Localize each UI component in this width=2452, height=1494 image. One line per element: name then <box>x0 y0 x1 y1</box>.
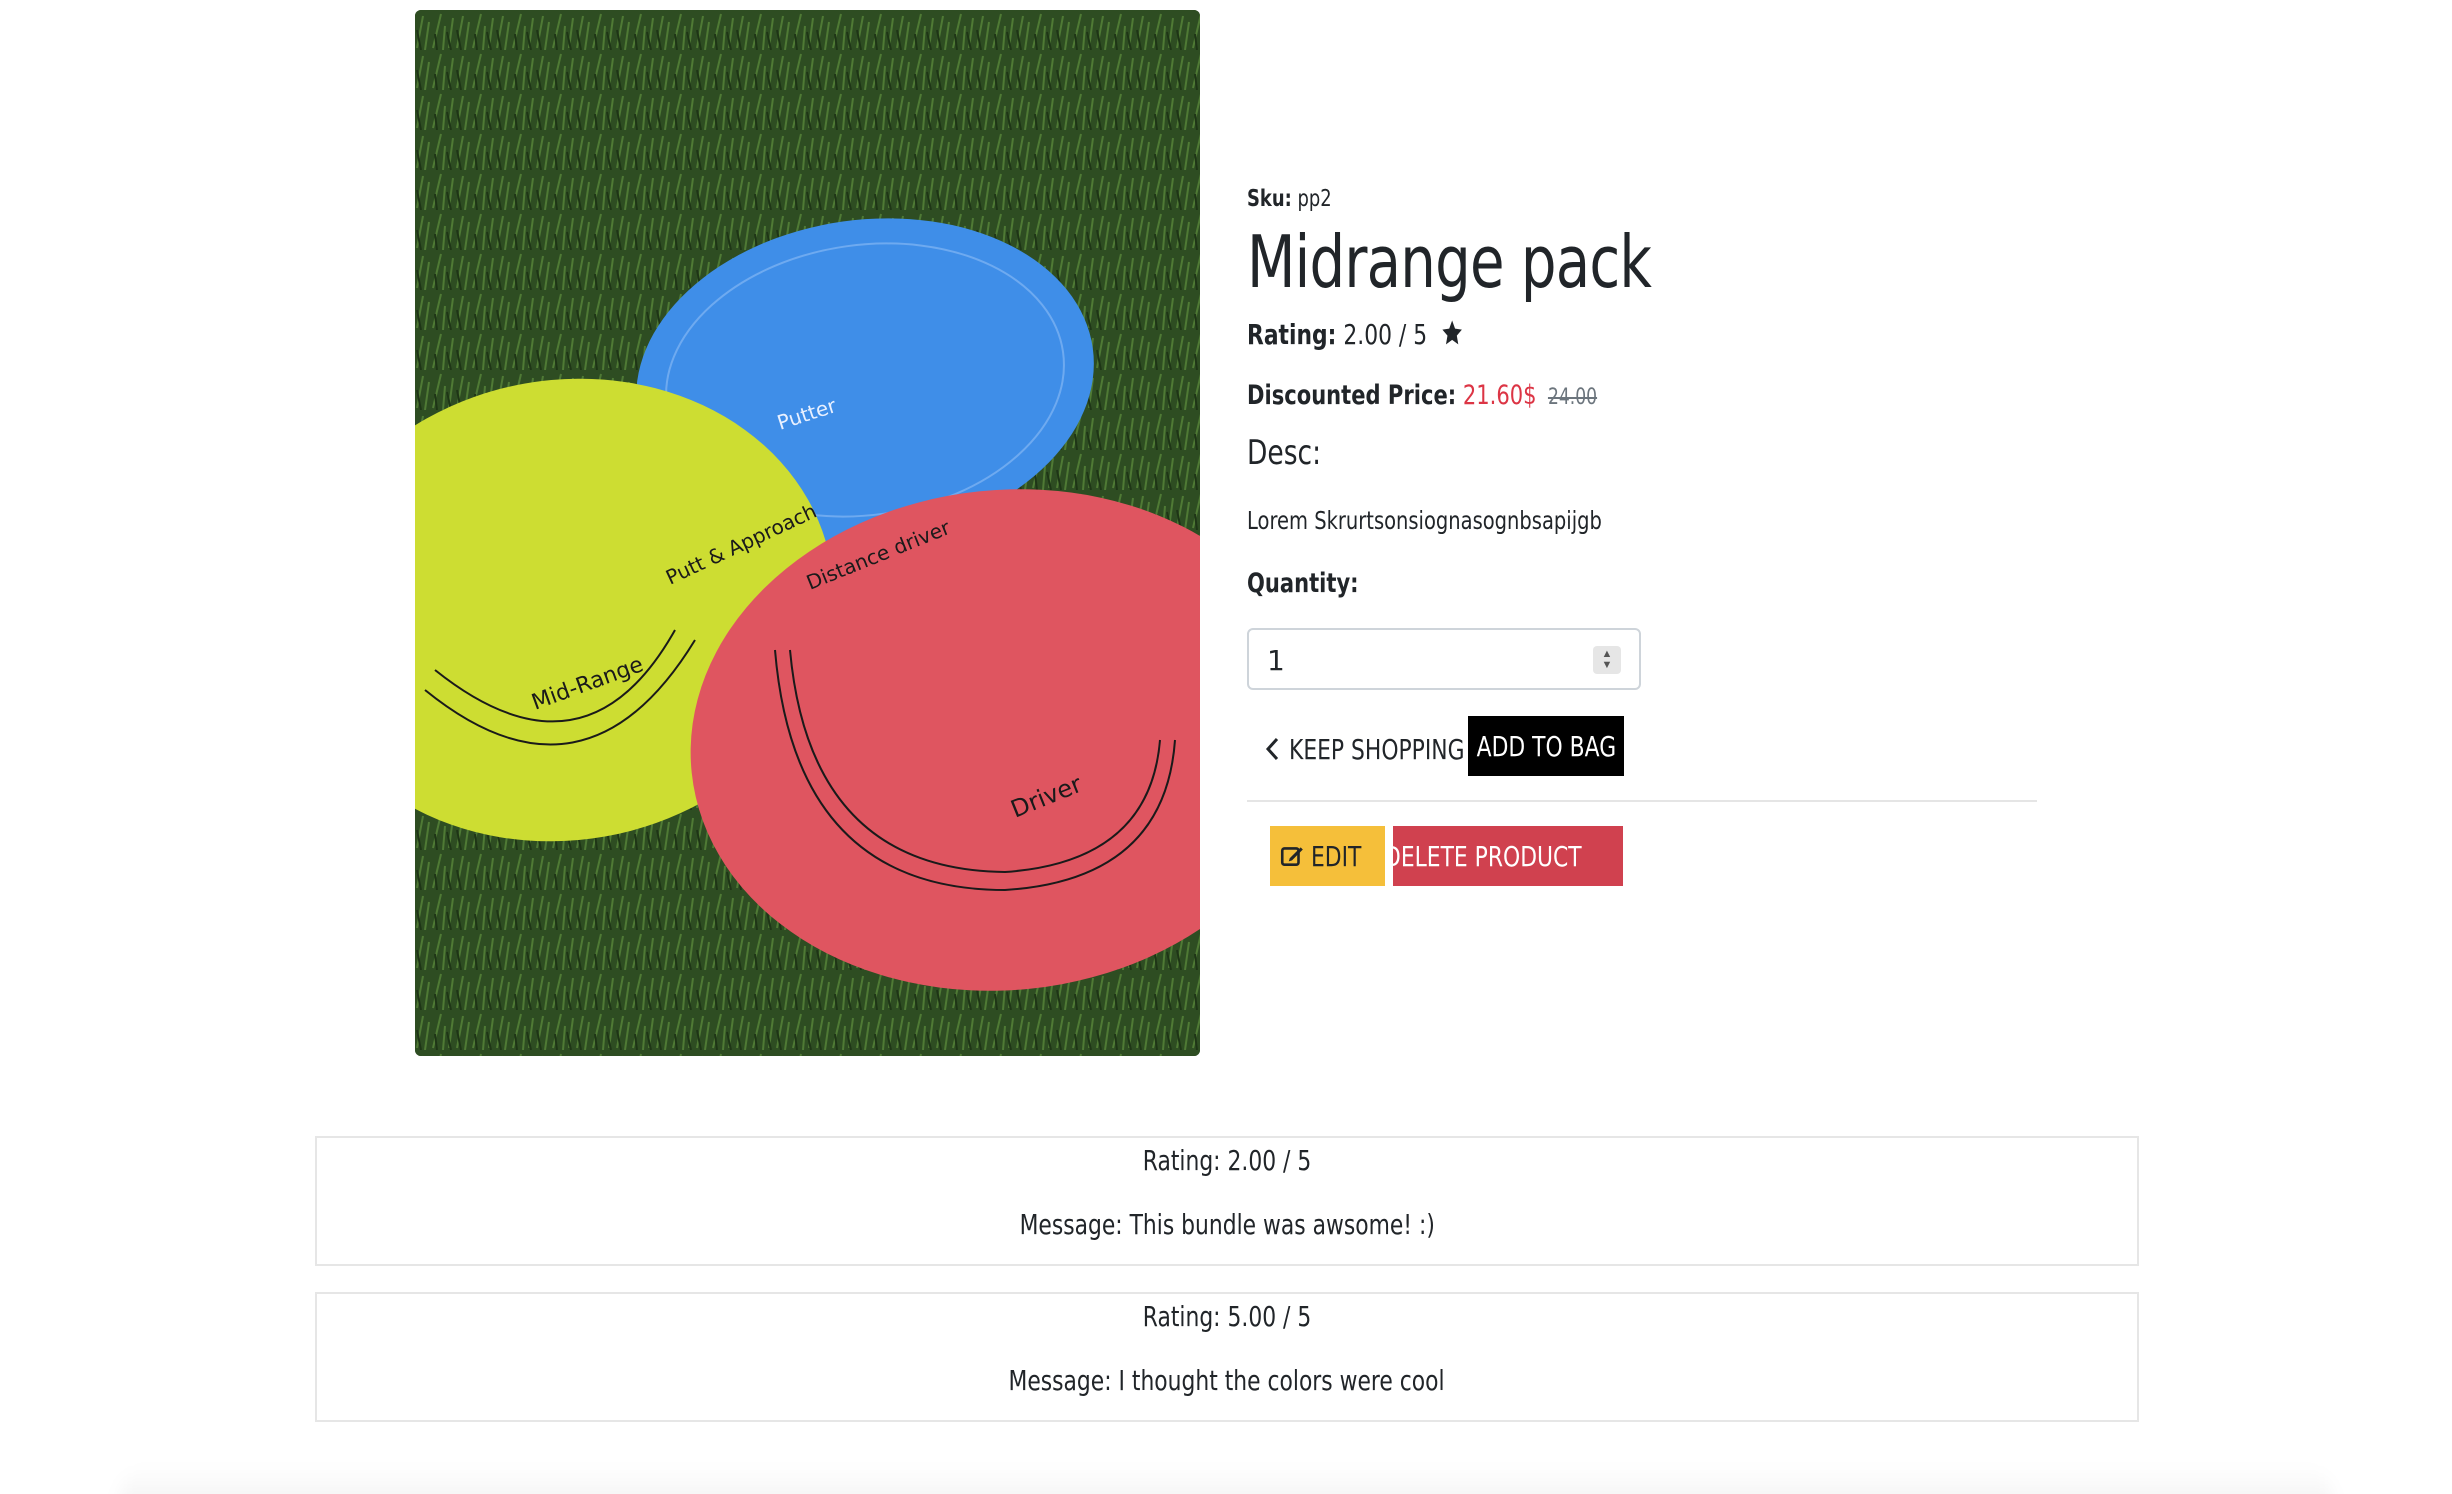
product-rating: Rating: 2.00 / 5 <box>1247 318 1464 351</box>
star-icon <box>1442 320 1462 345</box>
review-rating: Rating: 5.00 / 5 <box>317 1300 2137 1333</box>
product-detail-page: Putt & Approach Putter Mid-Range Distanc… <box>0 0 2452 1494</box>
edit-button[interactable]: EDIT <box>1270 826 1385 886</box>
add-to-bag-label: ADD TO BAG <box>1476 729 1616 763</box>
review-rating-text: Rating: 2.00 / 5 <box>1142 1144 1312 1177</box>
divider <box>1247 800 2037 802</box>
edit-icon <box>1281 847 1304 866</box>
review-card: Rating: 5.00 / 5 Message: I thought the … <box>315 1292 2139 1422</box>
review-rating-text: Rating: 5.00 / 5 <box>1142 1300 1312 1333</box>
quantity-input[interactable]: 1 ▲ ▼ <box>1247 628 1641 690</box>
review-message-text: Message: This bundle was awsome! :) <box>1019 1208 1435 1241</box>
price-label: Discounted Price: <box>1247 380 1457 411</box>
edit-label: EDIT <box>1311 839 1362 873</box>
review-rating: Rating: 2.00 / 5 <box>317 1144 2137 1177</box>
keep-shopping-label: KEEP SHOPPING <box>1289 732 1465 766</box>
footer-shadow <box>120 1466 2332 1494</box>
description-heading: Desc: <box>1247 433 1322 473</box>
stepper-down-icon[interactable]: ▼ <box>1602 660 1613 671</box>
rating-label: Rating: <box>1247 318 1337 351</box>
quantity-stepper[interactable]: ▲ ▼ <box>1593 646 1621 674</box>
sku-line: Sku: pp2 <box>1247 186 1332 212</box>
sku-label: Sku: <box>1247 186 1292 212</box>
review-message: Message: I thought the colors were cool <box>317 1364 2137 1397</box>
product-image: Putt & Approach Putter Mid-Range Distanc… <box>415 10 1200 1056</box>
quantity-label: Quantity: <box>1247 568 1359 599</box>
discounted-price: 21.60$ <box>1462 380 1537 411</box>
price-line: Discounted Price: 21.60$ 24.00 <box>1247 380 1597 411</box>
review-message-text: Message: I thought the colors were cool <box>1008 1364 1446 1397</box>
product-title: Midrange pack <box>1247 220 1652 304</box>
delete-product-button[interactable]: DELETE PRODUCT <box>1384 826 1623 886</box>
chevron-left-icon <box>1265 737 1279 761</box>
quantity-value: 1 <box>1267 644 1285 677</box>
delete-label: DELETE PRODUCT <box>1384 839 1582 873</box>
review-message: Message: This bundle was awsome! :) <box>317 1208 2137 1241</box>
sku-value: pp2 <box>1297 186 1332 212</box>
review-card: Rating: 2.00 / 5 Message: This bundle wa… <box>315 1136 2139 1266</box>
add-to-bag-button[interactable]: ADD TO BAG <box>1468 716 1624 776</box>
original-price: 24.00 <box>1547 385 1598 410</box>
rating-value: 2.00 / 5 <box>1343 318 1428 351</box>
description-text: Lorem Skrurtsonsiognasognbsapijgb <box>1247 506 1602 535</box>
discs-photo: Putt & Approach Putter Mid-Range Distanc… <box>415 10 1200 1056</box>
